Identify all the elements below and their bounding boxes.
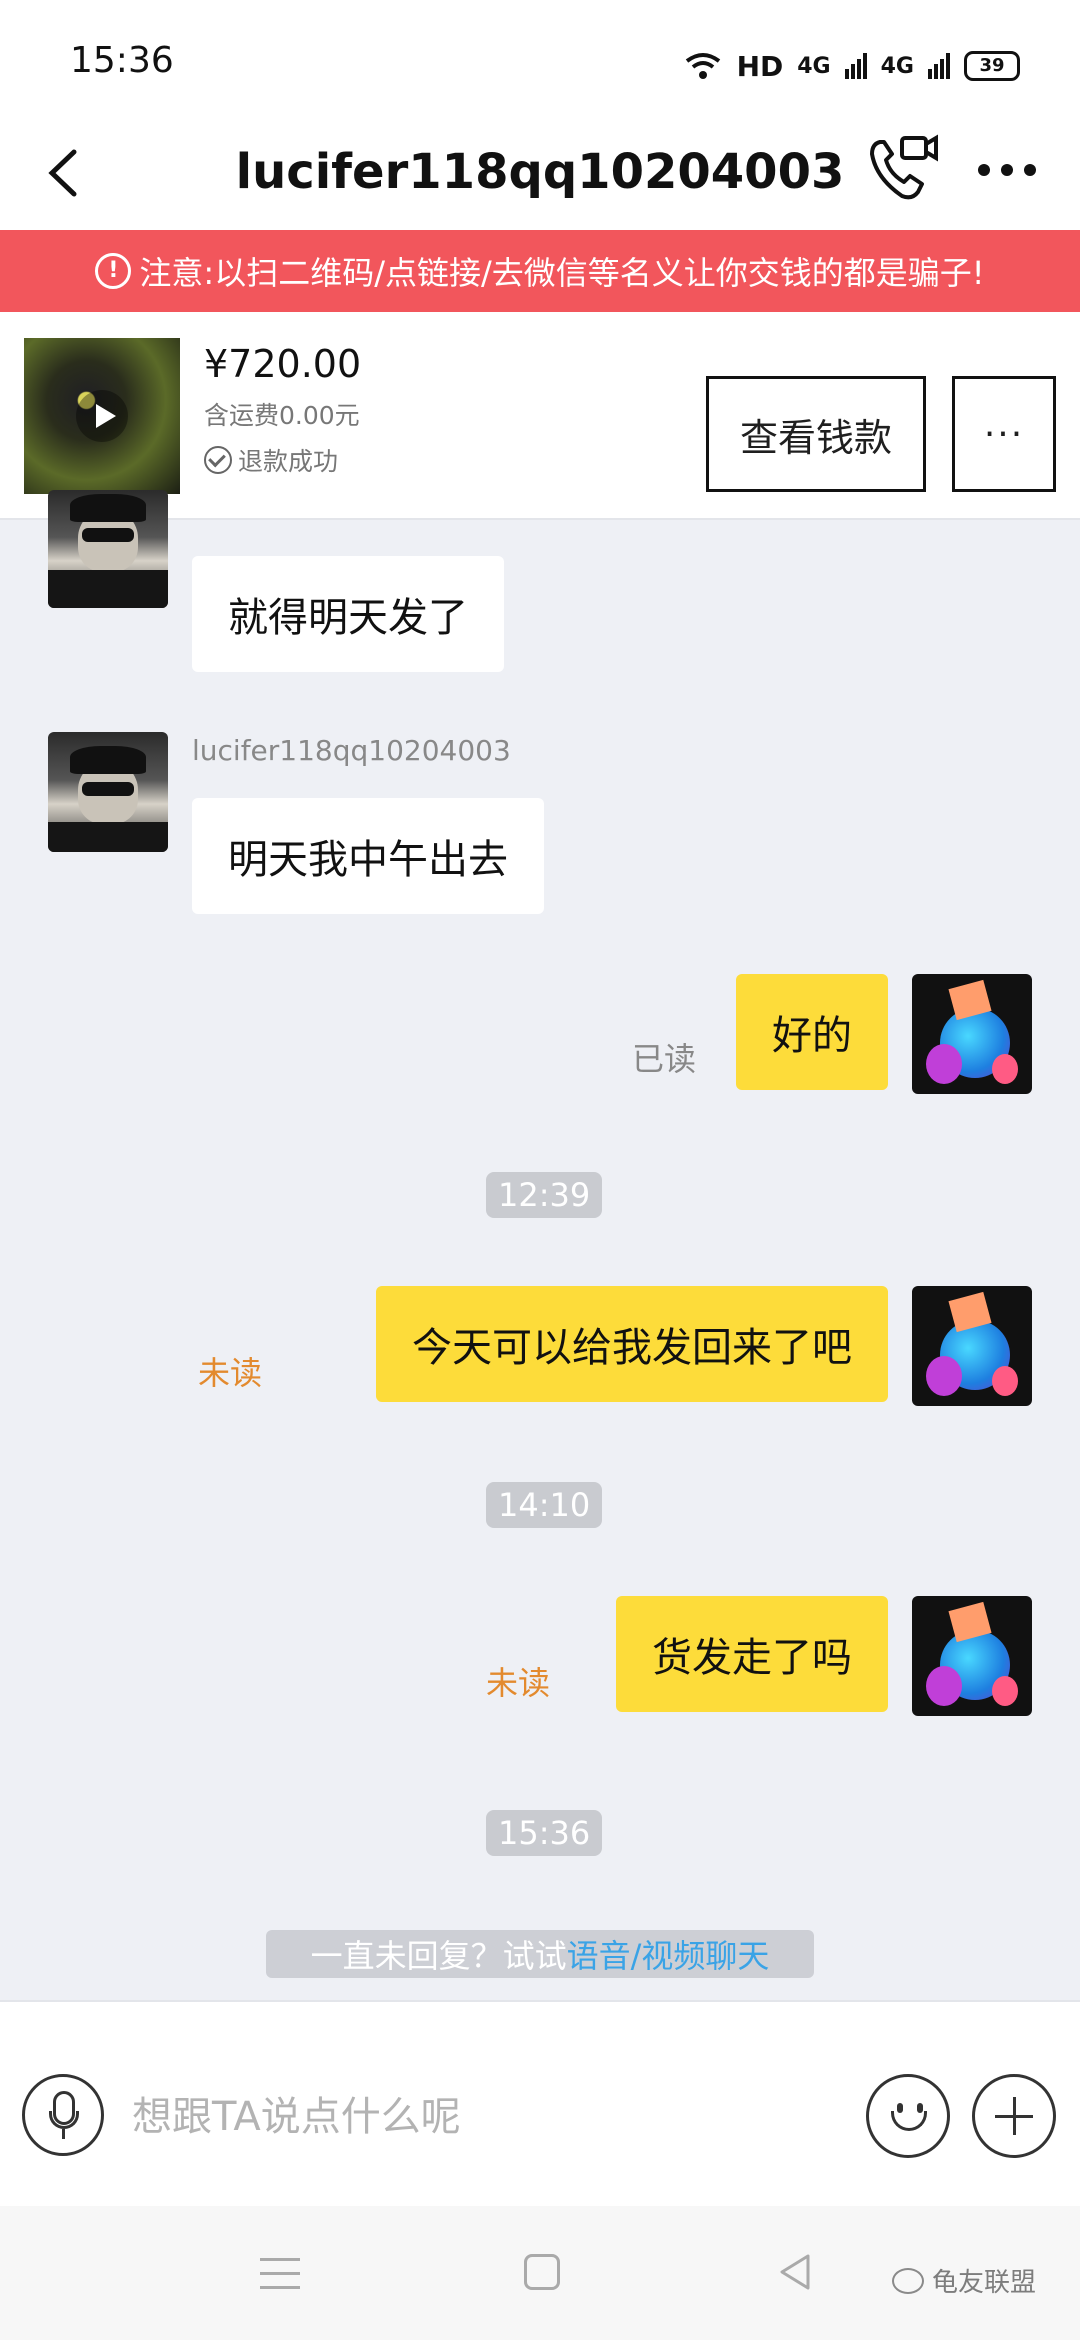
status-icons: HD 4G 4G 39 [683,46,1020,86]
top-nav-bar: lucifer118qq10204003 [0,120,1080,230]
product-card: ¥720.00 含运费0.00元 退款成功 查看钱款 ··· [0,312,1080,520]
my-avatar[interactable] [912,974,1032,1094]
battery-icon: 39 [964,51,1020,81]
emoji-button[interactable] [866,2074,950,2158]
sender-name: lucifer118qq10204003 [192,734,511,767]
watermark: 龟友联盟 [892,2262,1036,2299]
phone-video-call-icon[interactable] [862,128,942,208]
message-bubble-incoming[interactable]: 明天我中午出去 [192,798,544,914]
wifi-icon [685,53,720,79]
more-icon[interactable] [972,140,1042,200]
friend-avatar[interactable] [48,732,168,852]
play-icon [76,390,128,442]
home-icon[interactable] [524,2254,560,2290]
warning-text: 注意:以扫二维码/点链接/去微信等名义让你交钱的都是骗子! [139,254,985,292]
card-more-button[interactable]: ··· [952,376,1056,492]
my-avatar[interactable] [912,1596,1032,1716]
my-avatar[interactable] [912,1286,1032,1406]
message-bubble-outgoing[interactable]: 好的 [736,974,888,1090]
check-circle-icon [204,446,232,474]
status-bar: 15:36 HD 4G 4G 39 [0,0,1080,120]
voice-video-call-link[interactable]: 语音/视频聊天 [567,1931,770,1977]
timestamp-chip: 15:36 [486,1810,603,1856]
call-suggestion-text: 一直未回复？试试 [310,1937,567,1975]
back-icon[interactable] [34,138,94,208]
unread-status: 未读 [198,1354,263,1392]
order-status-text: 退款成功 [238,447,339,476]
message-bubble-outgoing[interactable]: 今天可以给我发回来了吧 [376,1286,888,1402]
message-bubble-incoming[interactable]: 就得明天发了 [192,556,504,672]
recent-apps-icon[interactable] [260,2256,304,2292]
shipping-fee: 含运费0.00元 [204,401,360,430]
timestamp-chip: 12:39 [486,1172,603,1218]
unread-status: 未读 [486,1664,551,1702]
signal-1-label: 4G [797,53,831,79]
voice-input-button[interactable] [22,2074,104,2156]
watermark-text: 龟友联盟 [932,2268,1037,2298]
warning-icon: ! [95,253,132,289]
friend-avatar[interactable] [48,490,168,608]
add-attachment-button[interactable] [972,2074,1056,2158]
product-thumbnail[interactable] [24,338,180,494]
order-status: 退款成功 [204,442,338,478]
fraud-warning-banner: ! 注意:以扫二维码/点链接/去微信等名义让你交钱的都是骗子! [0,230,1080,312]
message-input[interactable] [130,2086,834,2148]
signal-1-icon [844,53,867,79]
product-price: ¥720.00 [204,342,362,386]
wechat-icon [892,2267,924,2294]
view-money-button[interactable]: 查看钱款 [706,376,926,492]
call-suggestion: 一直未回复？试试 语音/视频聊天 [266,1930,814,1978]
back-triangle-icon[interactable] [776,2252,816,2292]
message-bubble-outgoing[interactable]: 货发走了吗 [616,1596,888,1712]
read-status: 已读 [632,1040,697,1078]
system-navigation-bar: 龟友联盟 [0,2206,1080,2340]
message-input-bar [0,2000,1080,2208]
timestamp-chip: 14:10 [486,1482,603,1528]
status-time: 15:36 [70,40,174,81]
hd-label: HD [736,49,784,83]
signal-2-label: 4G [880,53,914,79]
signal-2-icon [928,53,950,79]
